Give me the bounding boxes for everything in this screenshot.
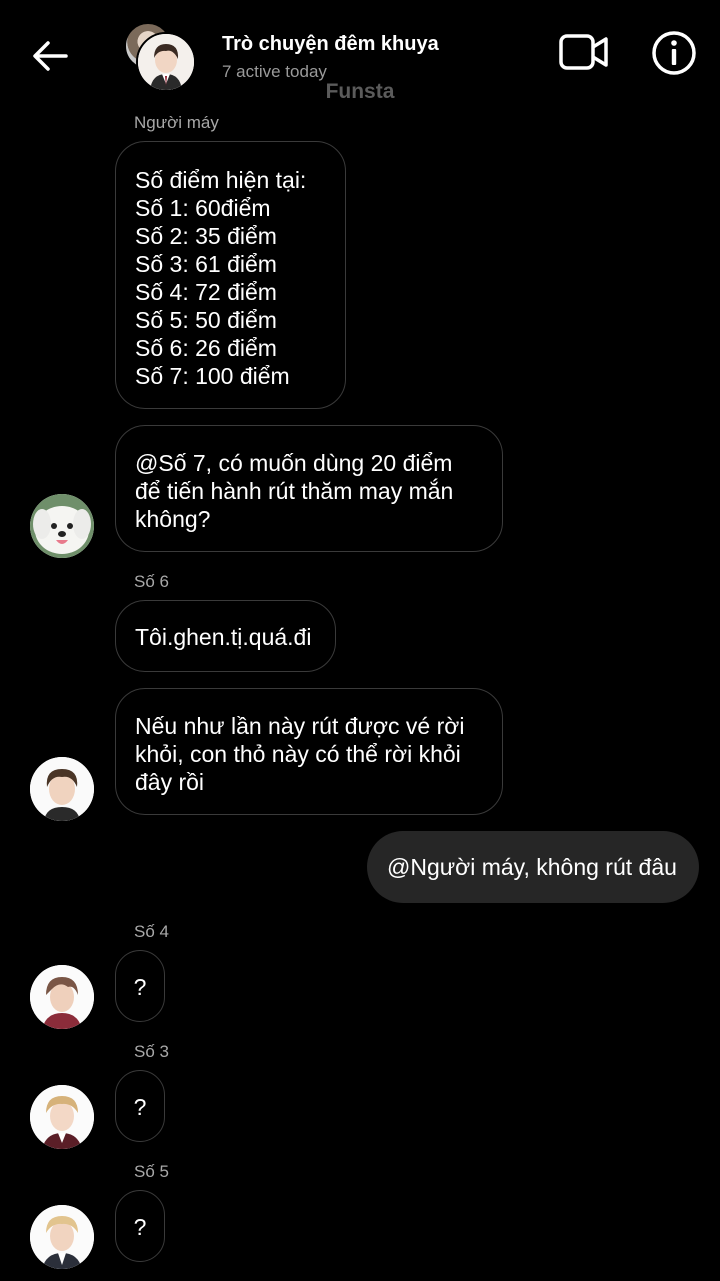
message-line: Số 4: 72 điểm	[135, 279, 277, 305]
message-line: Số 1: 60điểm	[135, 195, 271, 221]
back-button[interactable]	[28, 34, 72, 78]
message-line: Số 5: 50 điểm	[135, 307, 277, 333]
outgoing-message-text: @Người máy, không rút đâu	[387, 853, 677, 880]
message-line: ?	[133, 1094, 147, 1120]
message-bubble[interactable]: ?	[115, 950, 165, 1022]
message-line: @Số 7, có muốn dùng 20 điểm	[135, 450, 453, 476]
message-line: Số 6: 26 điểm	[135, 335, 277, 361]
watermark: Funsta	[325, 80, 395, 103]
message-bubble[interactable]: Số điểm hiện tại: Số 1: 60điểm Số 2: 35 …	[115, 141, 346, 409]
info-icon	[652, 31, 696, 75]
message-bubble[interactable]: Nếu như lần này rút được vé rời khỏi, co…	[115, 688, 503, 815]
message-line: Số 2: 35 điểm	[135, 223, 277, 249]
message-bubble[interactable]: ?	[115, 1070, 165, 1142]
message-bubble[interactable]: @Số 7, có muốn dùng 20 điểm để tiến hành…	[115, 425, 503, 552]
video-camera-icon	[559, 34, 608, 70]
sender-name: Số 5	[134, 1162, 169, 1181]
message-bubble[interactable]: Tôi.ghen.tị.quá.đi	[115, 600, 336, 672]
message-line: Số 3: 61 điểm	[135, 251, 277, 277]
sender-name: Số 6	[134, 572, 169, 591]
chat-title: Trò chuyện đêm khuya	[222, 33, 439, 55]
message-line: Tôi.ghen.tị.quá.đi	[135, 624, 312, 650]
arrow-left-icon	[33, 41, 68, 71]
message-bubble[interactable]: ?	[115, 1190, 165, 1262]
outgoing-message-bubble[interactable]: @Người máy, không rút đâu	[367, 831, 699, 903]
info-button[interactable]	[650, 29, 698, 77]
sender-name: Người máy	[134, 113, 219, 132]
avatar-so-3[interactable]	[30, 1085, 94, 1149]
message-line: đây rồi	[135, 769, 205, 795]
avatar-so-5[interactable]	[30, 1205, 94, 1269]
avatar-so-4[interactable]	[30, 965, 94, 1029]
avatar-dog[interactable]	[30, 494, 94, 558]
sender-name: Số 3	[134, 1042, 169, 1061]
message-line: để tiến hành rút thăm may mắn	[135, 478, 454, 504]
sender-name: Số 4	[134, 922, 169, 941]
active-status: 7 active today	[222, 62, 327, 81]
message-line: Nếu như lần này rút được vé rời	[135, 713, 465, 739]
message-line: Số điểm hiện tại:	[135, 167, 307, 193]
video-call-button[interactable]	[558, 30, 610, 76]
message-line: Số 7: 100 điểm	[135, 363, 290, 389]
message-line: không?	[135, 506, 211, 532]
message-line: ?	[133, 974, 147, 1000]
avatar-so-6[interactable]	[30, 757, 94, 821]
message-line: khỏi, con thỏ này có thể rời khỏi	[135, 741, 461, 767]
message-line: ?	[133, 1214, 147, 1240]
